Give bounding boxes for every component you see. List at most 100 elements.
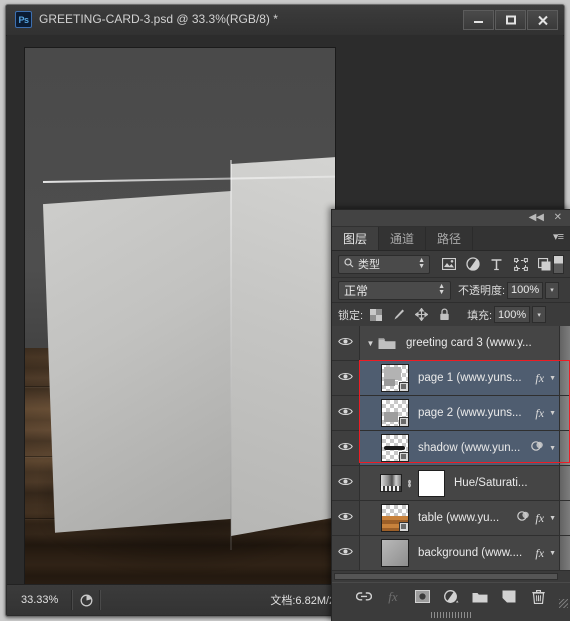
layer-name: background (www.... (418, 547, 523, 559)
opacity-dropdown-icon[interactable]: ▾ (545, 281, 560, 299)
layer-scroll-track[interactable] (559, 466, 570, 500)
adjustment-filter-icon[interactable] (465, 257, 480, 272)
maximize-button[interactable] (495, 10, 526, 30)
table-row[interactable]: page 2 (www.yuns... fx ▼ (332, 396, 570, 431)
stepper-icon[interactable]: ▲ ▼ (418, 257, 425, 270)
close-panel-icon[interactable]: ✕ (554, 212, 562, 223)
delete-layer-icon[interactable] (530, 589, 546, 605)
layer-scroll-track[interactable] (559, 361, 570, 395)
layer-scroll-track[interactable] (559, 326, 570, 360)
layer-row-body[interactable]: page 1 (www.yuns... fx ▼ (360, 361, 559, 395)
search-icon (344, 257, 354, 271)
layer-row-body[interactable]: ▼ greeting card 3 (www.y... (360, 326, 559, 360)
layer-row-body[interactable]: table (www.yu... fx ▼ (360, 501, 559, 535)
layer-name: page 1 (www.yuns... (418, 372, 522, 384)
tab-layers[interactable]: 图层 (332, 227, 380, 250)
stepper-icon[interactable]: ▲ ▼ (438, 283, 445, 296)
image-canvas[interactable] (25, 48, 335, 585)
eye-icon (338, 544, 353, 562)
chevron-down-icon[interactable]: ▼ (549, 410, 556, 417)
lock-position-icon[interactable] (415, 308, 429, 321)
fill-dropdown-icon[interactable]: ▾ (532, 306, 547, 323)
add-layer-mask-icon[interactable] (414, 589, 430, 605)
blend-mode-select[interactable]: 正常 ▲ ▼ (338, 280, 451, 300)
layer-scroll-track[interactable] (559, 501, 570, 535)
new-layer-icon[interactable] (501, 589, 517, 605)
table-row[interactable]: background (www.... fx ▼ (332, 536, 570, 571)
layer-scroll-track[interactable] (559, 396, 570, 430)
layer-scroll-track[interactable] (559, 536, 570, 570)
tab-paths[interactable]: 路径 (426, 227, 474, 250)
layer-row-body[interactable]: Hue/Saturati... (360, 466, 559, 500)
tab-channels[interactable]: 通道 (379, 227, 427, 250)
layer-row-icons: ▼ (531, 439, 559, 457)
layer-mask-thumbnail[interactable] (418, 469, 445, 497)
new-group-icon[interactable] (472, 589, 488, 605)
layer-thumbnail[interactable] (381, 399, 409, 427)
layer-visibility-toggle[interactable] (332, 396, 360, 430)
add-layer-style-icon[interactable]: fx (385, 589, 401, 605)
layer-name: Hue/Saturati... (454, 477, 528, 489)
close-button[interactable] (527, 10, 558, 30)
layer-visibility-toggle[interactable] (332, 536, 360, 570)
panel-drag-handle[interactable] (332, 610, 570, 619)
link-mask-icon[interactable] (402, 477, 416, 490)
layer-visibility-toggle[interactable] (332, 361, 360, 395)
lock-image-icon[interactable] (392, 308, 405, 321)
opacity-input[interactable]: 100% (507, 281, 544, 299)
layer-style-fx-icon[interactable]: fx (535, 406, 544, 421)
lock-all-icon[interactable] (438, 308, 451, 321)
layer-style-fx-icon[interactable]: fx (535, 371, 544, 386)
layer-row-body[interactable]: page 2 (www.yuns... fx ▼ (360, 396, 559, 430)
layer-visibility-toggle[interactable] (332, 431, 360, 465)
layer-thumbnail[interactable] (381, 364, 409, 392)
shape-filter-icon[interactable] (513, 257, 528, 272)
type-filter-icon[interactable] (489, 257, 504, 272)
chevron-down-icon[interactable]: ▼ (549, 550, 556, 557)
filter-enable-toggle[interactable] (553, 254, 564, 274)
filter-type-icons (441, 257, 552, 272)
panel-menu-icon[interactable]: ▾≡ (553, 232, 564, 243)
table-row[interactable]: page 1 (www.yuns... fx ▼ (332, 361, 570, 396)
lock-transparency-icon[interactable] (369, 308, 382, 321)
zoom-level[interactable]: 33.33% (21, 594, 71, 606)
filter-kind-select[interactable]: 类型 ▲ ▼ (338, 254, 430, 274)
scrollbar-thumb[interactable] (334, 573, 558, 580)
layer-scroll-track[interactable] (559, 431, 570, 465)
link-layers-icon[interactable] (356, 589, 372, 605)
layer-visibility-toggle[interactable] (332, 501, 360, 535)
new-adjustment-layer-icon[interactable] (443, 589, 459, 605)
chevron-down-icon[interactable]: ▼ (549, 375, 556, 382)
table-row[interactable]: ▼ greeting card 3 (www.y... (332, 326, 570, 361)
title-bar[interactable]: Ps GREETING-CARD-3.psd @ 33.3%(RGB/8) * (6, 5, 564, 36)
panel-title-bar[interactable]: ◀◀ ✕ (332, 210, 570, 227)
document-info-icon[interactable] (73, 594, 99, 607)
table-row[interactable]: table (www.yu... fx ▼ (332, 501, 570, 536)
layer-visibility-toggle[interactable] (332, 466, 360, 500)
layer-row-body[interactable]: background (www.... fx ▼ (360, 536, 559, 570)
layer-thumbnail[interactable] (381, 504, 409, 532)
collapse-panel-icon[interactable]: ◀◀ (529, 212, 544, 223)
layer-thumbnail[interactable] (381, 539, 409, 567)
layer-thumbnail[interactable] (381, 434, 409, 462)
adjustment-thumbnail[interactable] (380, 474, 402, 492)
lock-row: 锁定: 填充: 100% ▾ (332, 303, 570, 327)
smart-filter-icon[interactable] (531, 439, 544, 457)
group-expand-triangle[interactable]: ▼ (364, 339, 377, 348)
smart-object-filter-icon[interactable] (537, 257, 552, 272)
table-row[interactable]: Hue/Saturati... (332, 466, 570, 501)
layer-style-fx-icon[interactable]: fx (535, 546, 544, 561)
layer-style-fx-icon[interactable]: fx (535, 511, 544, 526)
chevron-down-icon[interactable]: ▼ (549, 445, 556, 452)
fill-input[interactable]: 100% (494, 306, 531, 323)
table-row[interactable]: shadow (www.yun... ▼ (332, 431, 570, 466)
panel-resize-grip[interactable] (559, 599, 568, 608)
smart-filter-icon[interactable] (517, 509, 530, 527)
layer-row-body[interactable]: shadow (www.yun... ▼ (360, 431, 559, 465)
minimize-button[interactable] (463, 10, 494, 30)
layer-list[interactable]: ▼ greeting card 3 (www.y... page 1 (www.… (332, 326, 570, 571)
chevron-down-icon[interactable]: ▼ (549, 515, 556, 522)
pixel-filter-icon[interactable] (441, 257, 456, 272)
layer-visibility-toggle[interactable] (332, 326, 360, 360)
layer-filter-row: 类型 ▲ ▼ (332, 251, 570, 278)
